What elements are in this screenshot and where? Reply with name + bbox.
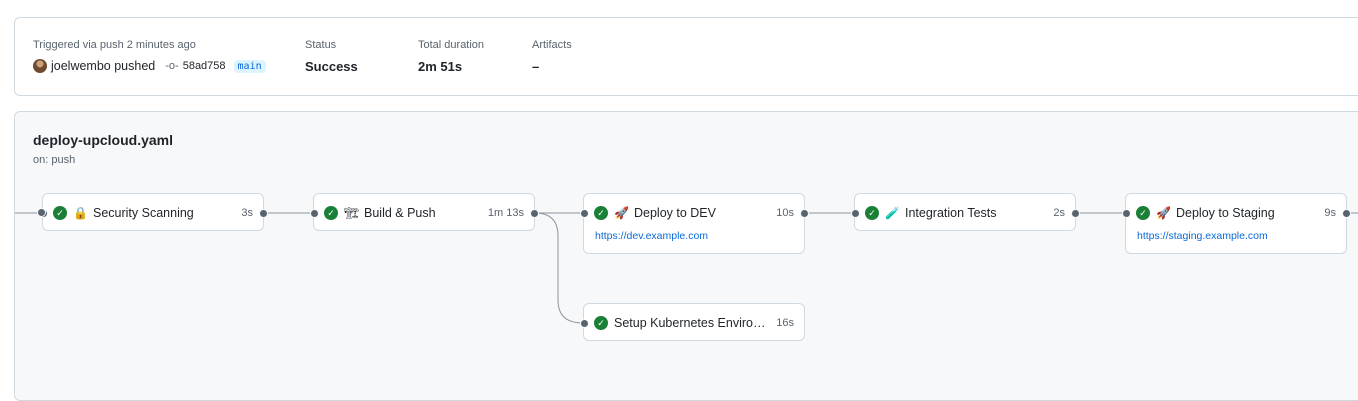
environment-url-link[interactable]: https://staging.example.com	[1137, 230, 1268, 242]
commit-sha-link[interactable]: 58ad758	[183, 60, 226, 72]
lock-icon: 🔒	[73, 206, 88, 220]
success-check-icon: ✓	[594, 206, 608, 220]
job-deploy-dev[interactable]: ✓ 🚀 Deploy to DEV 10s https://dev.exampl…	[580, 193, 809, 254]
job-name: Integration Tests	[905, 206, 997, 220]
job-name: Deploy to Staging	[1176, 206, 1275, 220]
success-check-icon: ✓	[53, 206, 67, 220]
job-connectors	[15, 212, 1358, 324]
job-duration: 3s	[241, 207, 253, 219]
job-duration: 16s	[776, 317, 794, 329]
job-name: Build & Push	[364, 206, 436, 220]
job-integration-tests[interactable]: ✓ 🧪 Integration Tests 2s	[851, 193, 1080, 231]
status-label: Status	[305, 39, 337, 51]
trigger-details: joelwembo pushed -o- 58ad758 main	[33, 59, 266, 73]
success-check-icon: ✓	[865, 206, 879, 220]
branch-badge[interactable]: main	[233, 59, 266, 73]
test-tube-icon: 🧪	[885, 206, 900, 220]
job-name: Setup Kubernetes Environm...	[614, 316, 771, 330]
status-value: Success	[305, 59, 358, 74]
job-build-push[interactable]: ✓ 🏗 Build & Push 1m 13s	[310, 193, 539, 231]
job-duration: 2s	[1053, 207, 1065, 219]
rocket-icon: 🚀	[614, 206, 629, 220]
job-setup-kubernetes[interactable]: ✓ Setup Kubernetes Environm... 16s	[580, 303, 805, 341]
duration-value: 2m 51s	[418, 59, 463, 74]
workflow-graph-panel: deploy-upcloud.yaml on: push ✓ 🔒 Securit…	[14, 111, 1358, 401]
duration-label: Total duration	[418, 39, 485, 51]
commit-icon: -o-	[165, 60, 179, 72]
environment-url-link[interactable]: https://dev.example.com	[595, 230, 708, 242]
artifacts-label: Artifacts	[532, 39, 572, 51]
job-duration: 9s	[1324, 207, 1336, 219]
trigger-label: Triggered via push 2 minutes ago	[33, 39, 196, 51]
run-summary-panel: Triggered via push 2 minutes ago joelwem…	[14, 17, 1358, 96]
success-check-icon: ✓	[324, 206, 338, 220]
job-name: Security Scanning	[93, 206, 194, 220]
artifacts-value: –	[532, 59, 540, 74]
job-deploy-staging[interactable]: ✓ 🚀 Deploy to Staging 9s https://staging…	[1122, 193, 1351, 254]
job-name: Deploy to DEV	[634, 206, 716, 220]
construction-icon: 🏗	[344, 206, 360, 220]
incoming-edge-dot	[37, 208, 46, 217]
job-duration: 1m 13s	[487, 207, 524, 219]
job-duration: 10s	[776, 207, 794, 219]
avatar[interactable]	[33, 59, 47, 73]
rocket-icon: 🚀	[1156, 206, 1171, 220]
job-security-scanning[interactable]: ✓ 🔒 Security Scanning 3s	[39, 193, 268, 231]
success-check-icon: ✓	[1136, 206, 1150, 220]
actor-text[interactable]: joelwembo pushed	[51, 59, 155, 73]
success-check-icon: ✓	[594, 316, 608, 330]
